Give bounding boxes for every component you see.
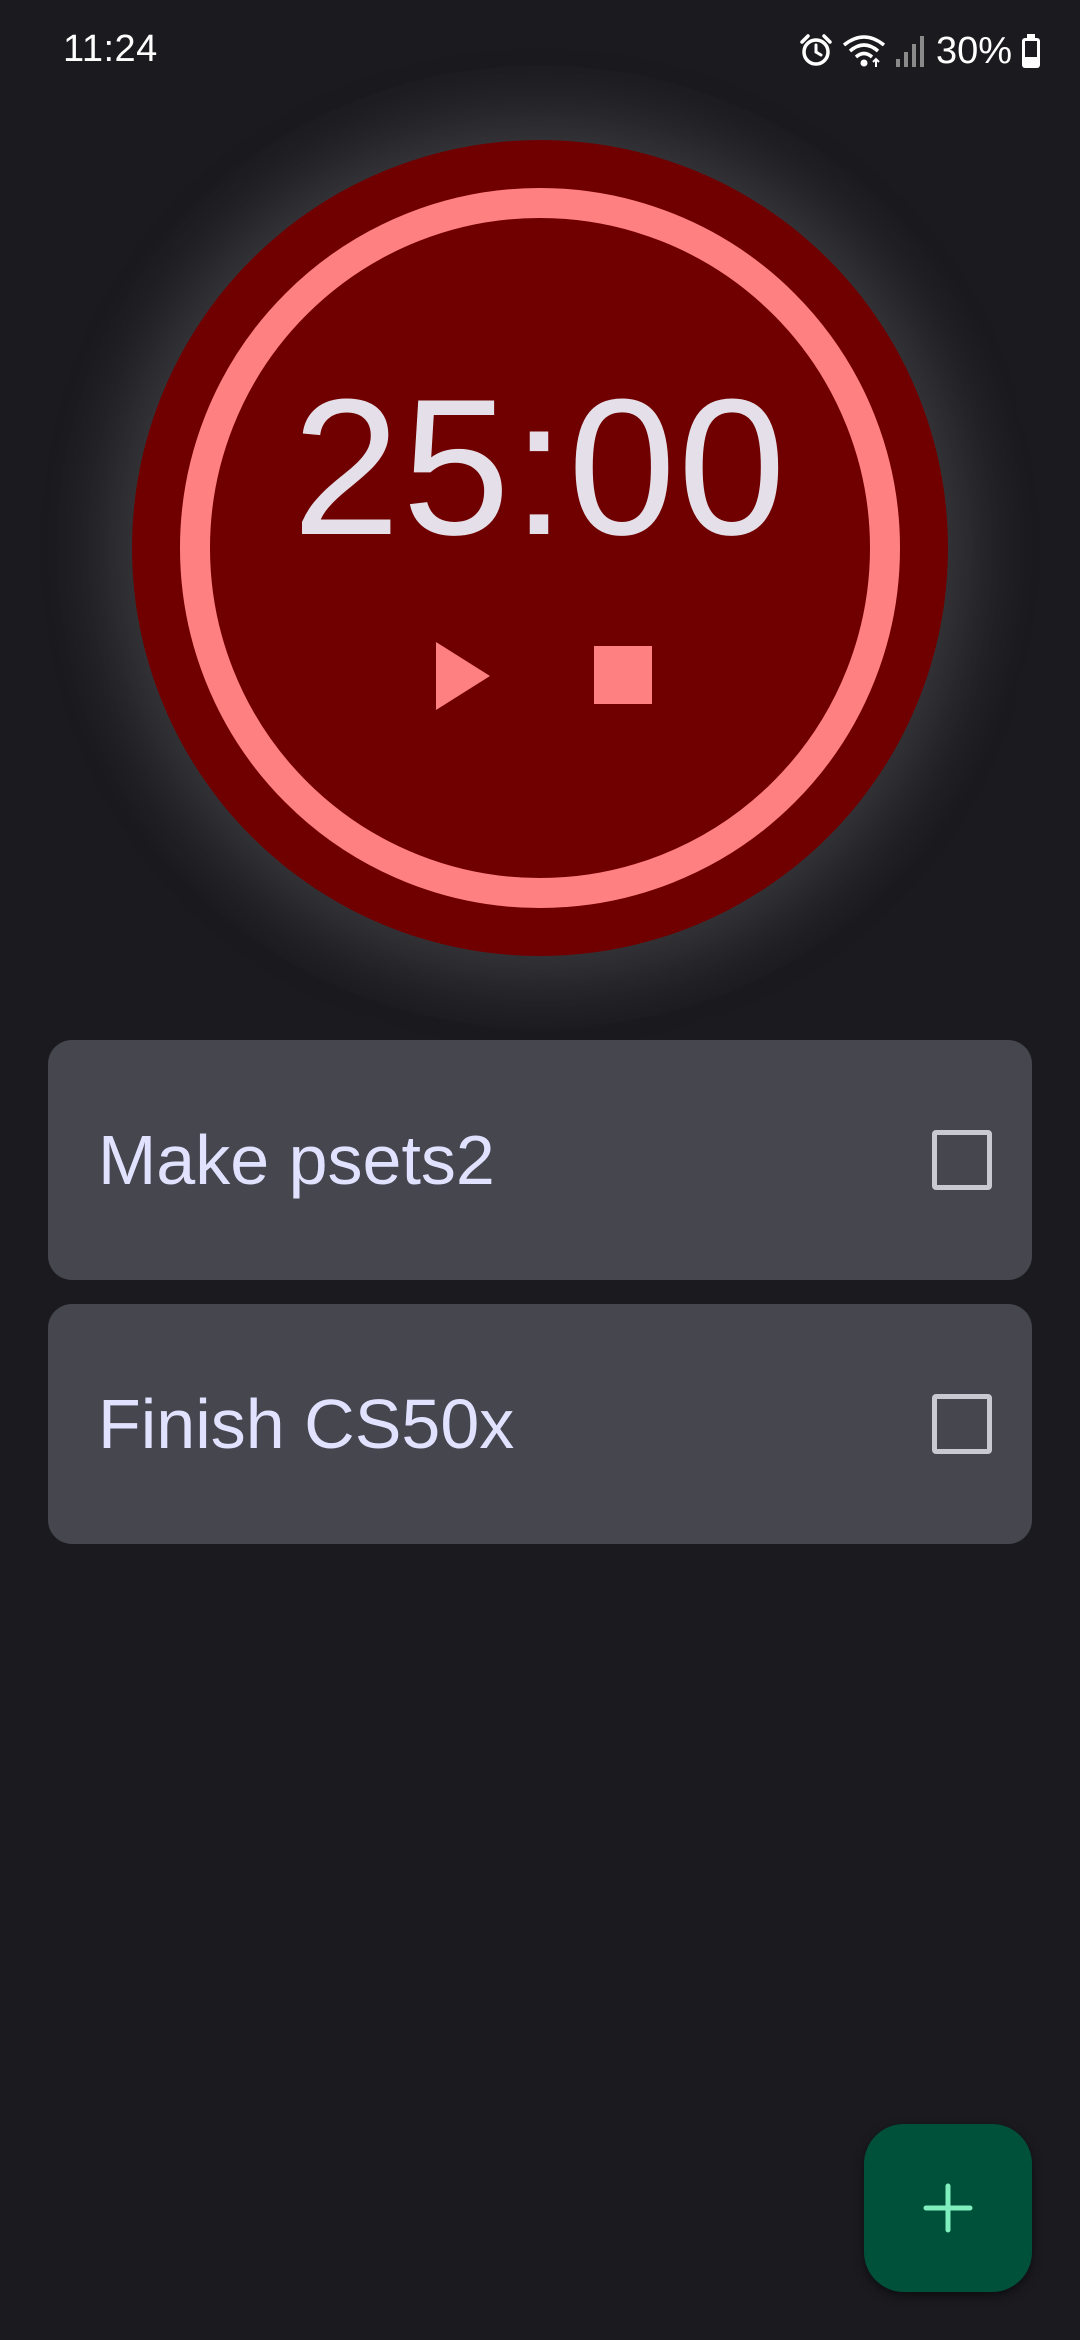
alarm-icon: [798, 33, 834, 69]
add-task-button[interactable]: [864, 2124, 1032, 2292]
task-card[interactable]: Finish CS50x: [48, 1304, 1032, 1544]
app-screen: 11:24 30% 25:00 Make psets2 Finish CS50x: [0, 0, 1080, 2340]
battery-percent: 30%: [935, 29, 1012, 72]
play-icon: [436, 642, 490, 710]
battery-icon: [1020, 33, 1042, 69]
stop-icon: [594, 646, 652, 704]
signal-icon: [894, 33, 924, 69]
task-card[interactable]: Make psets2: [48, 1040, 1032, 1280]
plus-icon: [923, 2183, 973, 2233]
timer-display: 25:00: [292, 359, 788, 576]
status-time: 11:24: [63, 28, 158, 70]
task-label: Finish CS50x: [98, 1385, 515, 1463]
task-checkbox[interactable]: [932, 1130, 992, 1190]
status-icons: 30%: [798, 26, 1042, 76]
task-checkbox[interactable]: [932, 1394, 992, 1454]
play-button[interactable]: [428, 638, 498, 714]
stop-button[interactable]: [592, 644, 654, 706]
task-label: Make psets2: [98, 1121, 495, 1199]
wifi-icon: [842, 33, 886, 69]
